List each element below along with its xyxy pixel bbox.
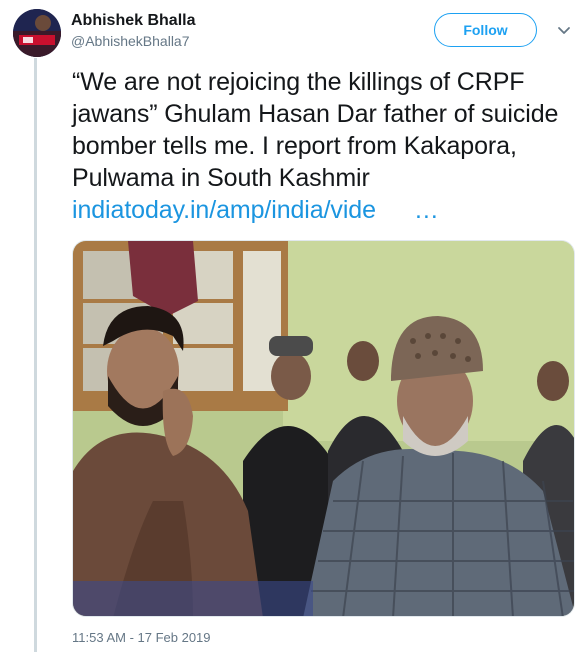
author-handle[interactable]: @AbhishekBhalla7 xyxy=(71,33,190,49)
tweet-timestamp[interactable]: 11:53 AM - 17 Feb 2019 xyxy=(72,630,211,645)
tweet-body: “We are not rejoicing the killings of CR… xyxy=(72,68,559,192)
thread-line xyxy=(34,58,37,652)
author-name[interactable]: Abhishek Bhalla xyxy=(71,12,195,30)
follow-button[interactable]: Follow xyxy=(434,13,537,47)
tweet-text: “We are not rejoicing the killings of CR… xyxy=(72,66,578,226)
tweet-link-ellipsis: … xyxy=(413,196,439,224)
tweet-photo[interactable] xyxy=(72,240,575,617)
avatar[interactable] xyxy=(13,9,61,57)
tweet-link-text[interactable]: indiatoday.in/amp/india/vide xyxy=(72,196,376,224)
tweet-link[interactable]: indiatoday.in/amp/india/vide … xyxy=(72,196,439,224)
chevron-down-icon[interactable] xyxy=(556,24,572,38)
